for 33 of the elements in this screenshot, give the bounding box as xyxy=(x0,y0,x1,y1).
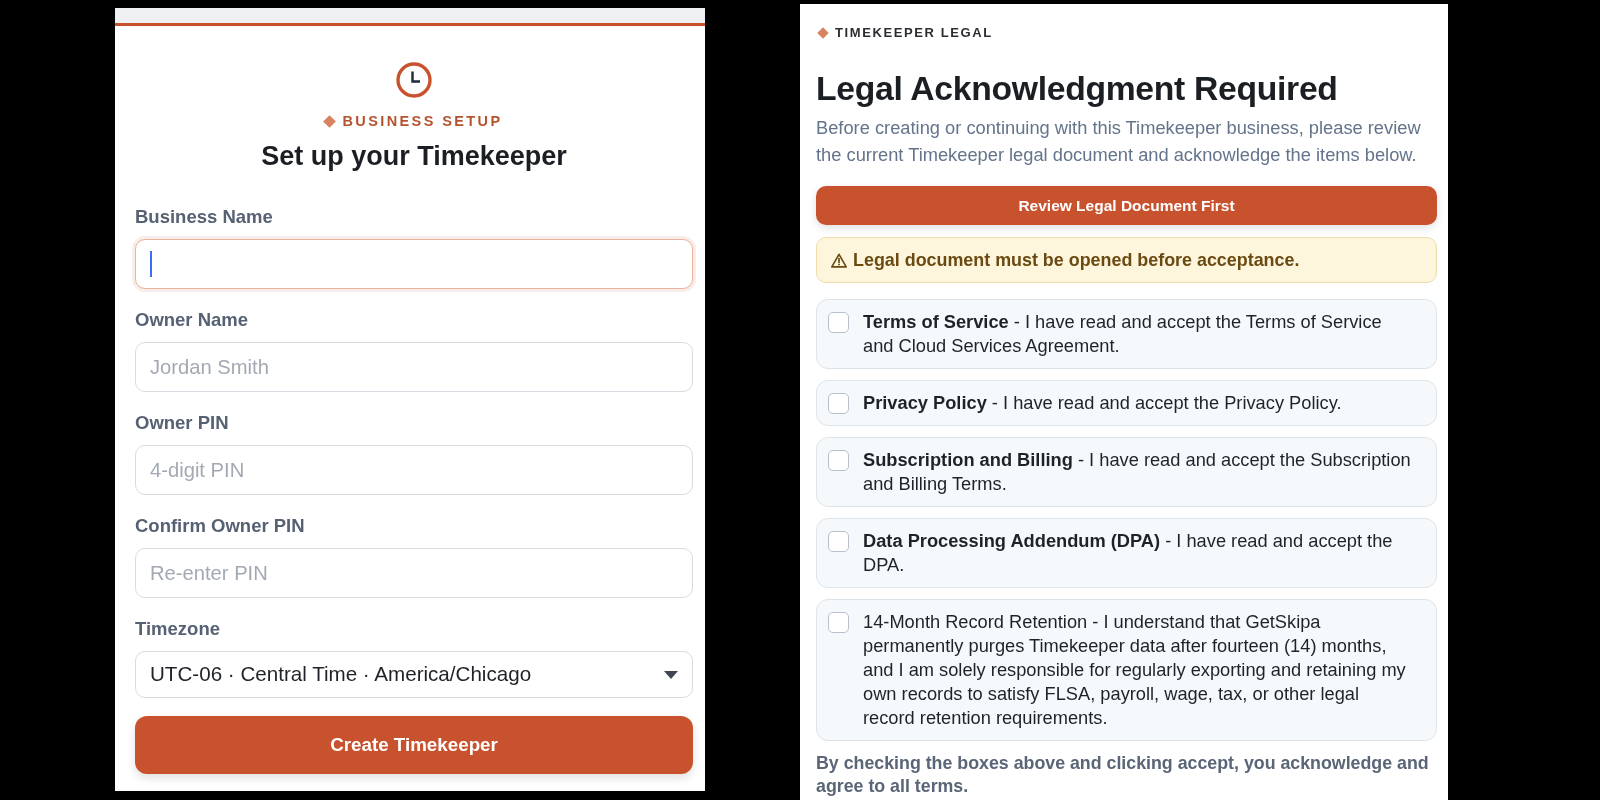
dropdown-select[interactable]: UTC-06 · Central Time · America/Chicago xyxy=(135,651,693,698)
agreement-text: 14-Month Record Retention - I understand that GetSkipa permanently purges Timekeeper data after fourteen (14) months, and I am solely responsible for regularly exporting and retaining my own records to satisfy FLSA, payroll, wage, tax, or other legal record retention requirements. xyxy=(863,610,1407,730)
field-label: Confirm Owner PIN xyxy=(135,515,306,537)
agreement-text: Data Processing Addendum (DPA) - I have read and accept the DPA. xyxy=(863,529,1394,577)
text-input[interactable]: Jordan Smith xyxy=(135,342,693,392)
text-input[interactable]: Re-enter PIN xyxy=(135,548,693,598)
field-label: Timezone xyxy=(135,618,221,640)
intro-text: Before creating or continuing with this Timekeeper business, please review the current Timekeeper legal document and acknowledge the items below. xyxy=(816,116,1422,167)
checkbox[interactable] xyxy=(828,312,849,333)
text-input[interactable]: 4-digit PIN xyxy=(135,445,693,495)
field-label: Business Name xyxy=(135,206,274,228)
create-button[interactable]: Create Timekeeper xyxy=(135,716,693,774)
text-input[interactable] xyxy=(135,239,693,289)
clock-icon xyxy=(396,62,432,98)
section-eyebrow: TIMEKEEPER LEGAL xyxy=(835,24,993,42)
text-cursor-icon xyxy=(150,251,152,277)
agreement-text: Terms of Service - I have read and accept the Terms of Service and Cloud Services Agreement. xyxy=(863,310,1383,358)
agreement-text: Subscription and Billing - I have read and accept the Subscription and Billing Terms. xyxy=(863,448,1412,496)
checkbox[interactable] xyxy=(828,393,849,414)
page-title: Legal Acknowledgment Required xyxy=(816,68,1339,108)
field-label: Owner Name xyxy=(135,309,250,331)
agreement-text: Privacy Policy - I have read and accept the Privacy Policy. xyxy=(863,391,1342,415)
review-button[interactable]: Review Legal Document First xyxy=(816,186,1437,225)
checkbox[interactable] xyxy=(828,612,849,633)
caret-icon xyxy=(664,670,678,679)
acknowledgment-note: By checking the boxes above and clicking accept, you acknowledge and agree to all terms. xyxy=(816,752,1430,798)
checkbox[interactable] xyxy=(828,450,849,471)
field-label: Owner PIN xyxy=(135,412,230,434)
section-eyebrow: BUSINESS SETUP xyxy=(342,112,503,131)
warning-icon xyxy=(831,252,847,268)
warning-text: Legal document must be opened before acceptance. xyxy=(853,248,1300,272)
checkbox[interactable] xyxy=(828,531,849,552)
page-title: Set up your Timekeeper xyxy=(260,140,568,172)
